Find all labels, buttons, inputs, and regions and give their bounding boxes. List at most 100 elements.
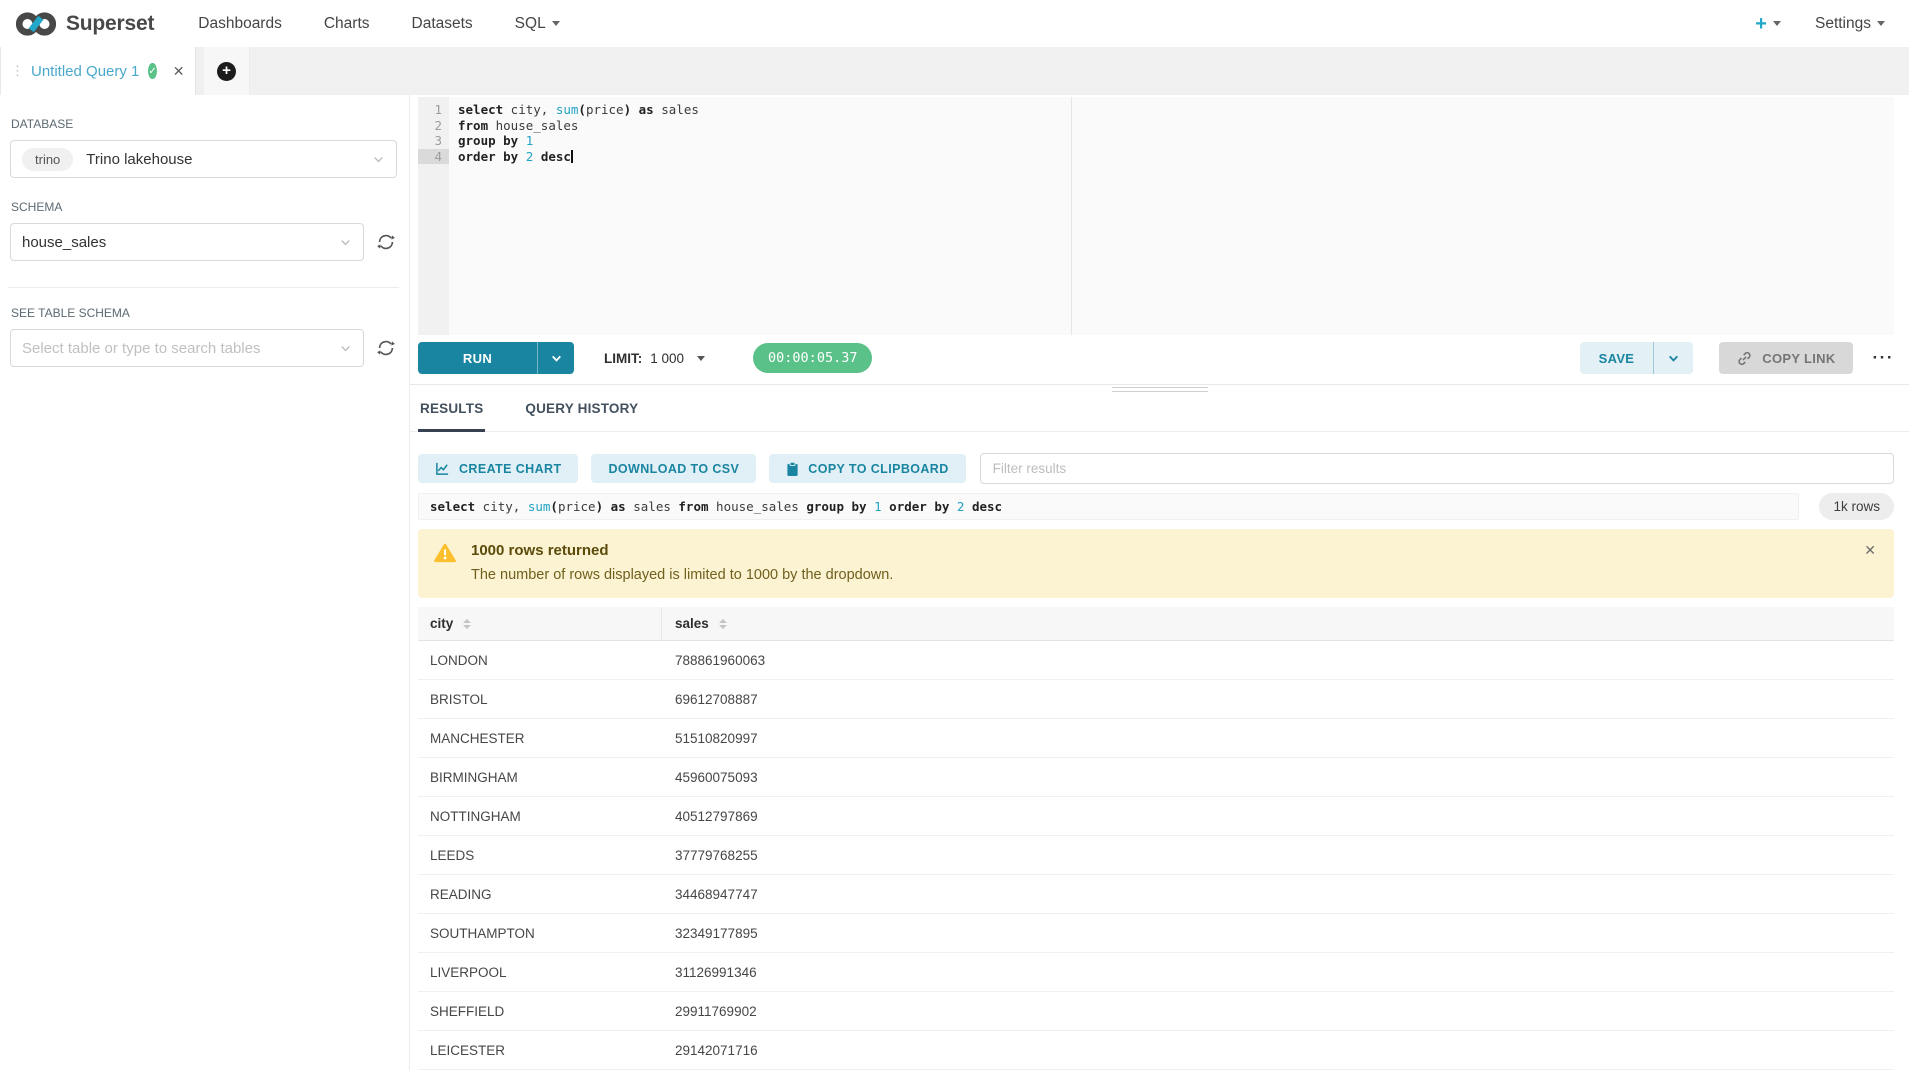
sqllab-sidebar: DATABASE trino Trino lakehouse SCHEMA ho…	[0, 95, 410, 1070]
code-line[interactable]: order by 2 desc	[458, 149, 1894, 165]
cell-city: SOUTHAMPTON	[418, 926, 662, 941]
new-item-button[interactable]: +	[1755, 14, 1781, 34]
code-line[interactable]: group by 1	[458, 133, 1894, 149]
database-value: Trino lakehouse	[86, 151, 192, 168]
more-options-button[interactable]: ···	[1873, 348, 1894, 368]
sql-token: )	[596, 499, 604, 514]
line-number: 1	[418, 102, 449, 118]
results-table-body: LONDON788861960063BRISTOL69612708887MANC…	[418, 641, 1894, 1070]
database-label: DATABASE	[11, 117, 397, 131]
nav-charts[interactable]: Charts	[324, 15, 370, 33]
database-select[interactable]: trino Trino lakehouse	[10, 140, 397, 178]
sql-token: price	[586, 102, 624, 117]
drag-grip-icon[interactable]: ⋮	[11, 63, 23, 79]
create-chart-button[interactable]: CREATE CHART	[418, 454, 578, 483]
add-tab-button[interactable]: +	[217, 62, 236, 81]
sql-token: price	[558, 499, 596, 514]
save-options-button[interactable]	[1653, 342, 1693, 374]
refresh-tables-button[interactable]	[375, 337, 397, 359]
limit-dropdown[interactable]: LIMIT: 1 000	[604, 351, 705, 366]
results-table-header: city sales	[418, 607, 1894, 641]
warning-icon	[434, 543, 456, 563]
sql-token: house_sales	[709, 499, 807, 514]
query-preview: select city, sum(price) as sales from ho…	[418, 493, 1799, 520]
query-tabbar: ⋮ Untitled Query 1 ✓ ✕ +	[0, 47, 1909, 95]
table-row[interactable]: MANCHESTER51510820997	[418, 719, 1894, 758]
sort-icon	[463, 619, 471, 629]
code-line[interactable]: from house_sales	[458, 118, 1894, 134]
table-row[interactable]: LEICESTER29142071716	[418, 1031, 1894, 1070]
create-chart-label: CREATE CHART	[459, 462, 561, 476]
sql-token: group by	[458, 133, 518, 148]
superset-infinity-icon	[14, 10, 58, 38]
refresh-schemas-button[interactable]	[375, 231, 397, 253]
sql-token: sum	[556, 102, 579, 117]
column-header-sales[interactable]: sales	[662, 607, 1894, 640]
table-row[interactable]: SOUTHAMPTON32349177895	[418, 914, 1894, 953]
cell-city: BIRMINGHAM	[418, 770, 662, 785]
tab-close-button[interactable]: ✕	[173, 63, 185, 80]
nav-datasets[interactable]: Datasets	[412, 15, 473, 33]
add-tab-zone: +	[204, 47, 250, 95]
sql-token: from	[458, 118, 488, 133]
column-label: sales	[675, 616, 709, 631]
limit-label: LIMIT:	[604, 351, 642, 366]
refresh-icon	[376, 338, 396, 358]
table-row[interactable]: LEEDS37779768255	[418, 836, 1894, 875]
tab-query-history[interactable]: QUERY HISTORY	[523, 385, 640, 431]
cell-sales: 69612708887	[662, 692, 1894, 707]
print-margin-line	[1071, 97, 1072, 335]
tab-title: Untitled Query 1	[31, 63, 139, 80]
sql-code-editor[interactable]: 1234 select city, sum(price) as salesfro…	[418, 97, 1894, 335]
superset-logo[interactable]: Superset	[14, 10, 154, 38]
warning-close-button[interactable]: ✕	[1864, 542, 1876, 559]
run-button[interactable]: RUN	[418, 342, 537, 374]
line-chart-icon	[435, 461, 450, 476]
table-row[interactable]: NOTTINGHAM40512797869	[418, 797, 1894, 836]
see-table-schema-label: SEE TABLE SCHEMA	[11, 306, 397, 320]
tab-untitled-query[interactable]: ⋮ Untitled Query 1 ✓ ✕	[0, 47, 196, 95]
chevron-down-icon	[1773, 21, 1781, 26]
schema-select[interactable]: house_sales	[10, 223, 364, 261]
nav-dashboards[interactable]: Dashboards	[198, 15, 282, 33]
pane-resize-handle[interactable]	[1112, 387, 1208, 395]
sql-token	[867, 499, 875, 514]
text-cursor	[571, 150, 573, 163]
editor-lines[interactable]: select city, sum(price) as salesfrom hou…	[449, 97, 1894, 335]
sql-token	[949, 499, 957, 514]
sql-token: select	[430, 499, 475, 514]
table-row[interactable]: LONDON788861960063	[418, 641, 1894, 680]
save-button-group: SAVE	[1580, 342, 1694, 374]
sidebar-divider	[8, 287, 399, 288]
table-row[interactable]: LIVERPOOL31126991346	[418, 953, 1894, 992]
chevron-down-icon	[697, 356, 705, 361]
table-select[interactable]: Select table or type to search tables	[10, 329, 364, 367]
table-row[interactable]: READING34468947747	[418, 875, 1894, 914]
cell-sales: 45960075093	[662, 770, 1894, 785]
sql-token: as	[611, 499, 626, 514]
line-number: 3	[418, 133, 449, 149]
copy-link-button[interactable]: COPY LINK	[1719, 342, 1852, 374]
line-number: 2	[418, 118, 449, 134]
filter-results-input[interactable]	[980, 453, 1894, 484]
save-button[interactable]: SAVE	[1580, 342, 1654, 374]
code-line[interactable]: select city, sum(price) as sales	[458, 102, 1894, 118]
copy-to-clipboard-button[interactable]: COPY TO CLIPBOARD	[769, 454, 965, 483]
table-row[interactable]: BIRMINGHAM45960075093	[418, 758, 1894, 797]
column-header-city[interactable]: city	[418, 607, 662, 640]
table-row[interactable]: BRISTOL69612708887	[418, 680, 1894, 719]
chevron-down-icon	[1667, 352, 1680, 365]
sql-token	[518, 149, 526, 164]
clipboard-icon	[786, 461, 799, 477]
top-nav: Superset Dashboards Charts Datasets SQL …	[0, 0, 1909, 47]
sql-token: city,	[503, 102, 556, 117]
sql-token: order by	[458, 149, 518, 164]
cell-city: READING	[418, 887, 662, 902]
tab-results[interactable]: RESULTS	[418, 385, 485, 432]
download-csv-button[interactable]: DOWNLOAD TO CSV	[591, 454, 756, 483]
run-options-button[interactable]	[537, 342, 574, 374]
table-row[interactable]: SHEFFIELD29911769902	[418, 992, 1894, 1031]
refresh-icon	[376, 232, 396, 252]
settings-menu[interactable]: Settings	[1815, 15, 1885, 33]
nav-sql-menu[interactable]: SQL	[515, 15, 560, 33]
